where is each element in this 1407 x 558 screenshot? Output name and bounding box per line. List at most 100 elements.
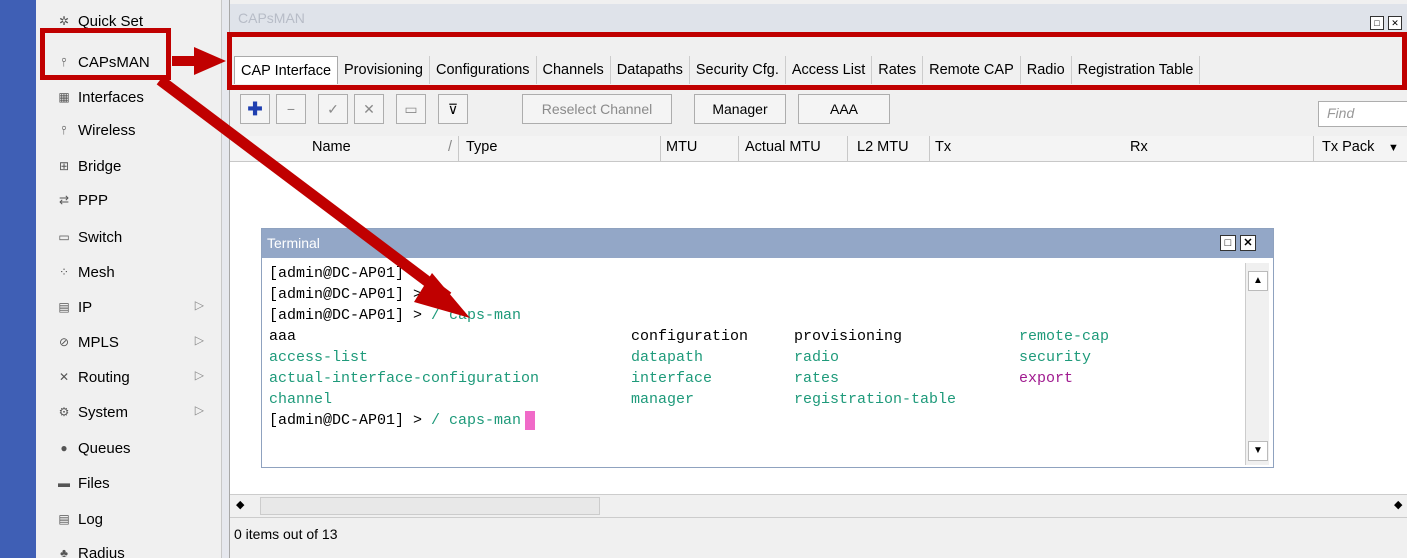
column-rx[interactable]: Rx [1130,139,1148,155]
sidebar-item-label: Interfaces [78,88,144,106]
terminal-title: Terminal [267,235,320,251]
completion-item: security [1019,349,1092,366]
sidebar-item-routing[interactable]: ✕ Routing ▷ [36,360,222,394]
completion-item: remote-cap [1019,328,1110,345]
main-menu-sidebar: ✲ Quick Set ⫯ CAPsMAN ▦ Interfaces ⫯ Wir… [36,0,222,558]
sidebar-item-system[interactable]: ⚙ System ▷ [36,395,222,429]
column-separator [847,136,848,162]
sidebar-item-label: Queues [78,439,131,457]
interfaces-icon: ▦ [58,90,70,104]
maximize-icon[interactable]: □ [1370,16,1384,30]
manager-button[interactable]: Manager [694,94,786,124]
sidebar-item-label: IP [78,298,93,316]
annotation-box-tabs [227,32,1407,90]
column-actual-mtu[interactable]: Actual MTU [745,139,821,155]
completion-item: registration-table [794,391,957,408]
sidebar-item-log[interactable]: ▤ Log [36,502,222,536]
sidebar-item-mpls[interactable]: ⊘ MPLS ▷ [36,325,222,359]
column-separator [738,136,739,162]
completion-item: manager [631,391,695,408]
submenu-arrow-icon: ▷ [194,403,204,417]
sidebar-item-switch[interactable]: ▭ Switch [36,220,222,254]
column-separator [929,136,930,162]
column-name[interactable]: Name [312,139,351,155]
aaa-button[interactable]: AAA [798,94,890,124]
close-icon[interactable]: ✕ [1240,235,1256,251]
column-type[interactable]: Type [466,139,497,155]
table-header: Name / Type MTU Actual MTU L2 MTU Tx Rx … [230,136,1407,162]
column-l2-mtu[interactable]: L2 MTU [857,139,909,155]
sidebar-item-bridge[interactable]: ⊞ Bridge [36,149,222,183]
filter-icon: ⊽ [447,100,459,117]
completion-item: configuration [631,328,749,345]
gear-icon: ⚙ [58,405,70,419]
completion-item: export [1019,370,1074,387]
close-icon[interactable]: ✕ [1388,16,1402,30]
completion-item: provisioning [794,328,903,345]
switch-icon: ▭ [58,230,70,244]
column-menu-icon[interactable]: ▼ [1388,142,1399,154]
terminal-cursor [525,410,536,430]
sidebar-item-label: MPLS [78,333,119,351]
column-tx[interactable]: Tx [935,139,951,155]
bridge-icon: ⊞ [58,159,70,173]
sidebar-item-ppp[interactable]: ⇄ PPP [36,183,222,217]
comment-button[interactable]: ▭ [396,94,426,124]
column-mtu[interactable]: MTU [666,139,697,155]
column-tx-packets[interactable]: Tx Pack [1322,139,1374,155]
scrollbar-thumb[interactable] [260,497,600,515]
scroll-left-icon[interactable]: ◆ [236,498,244,511]
minus-icon: − [286,101,296,117]
completion-item: rates [794,370,840,387]
scroll-up-icon[interactable]: ▲ [1248,271,1268,291]
terminal-title-bar[interactable]: Terminal □ ✕ [262,229,1273,258]
terminal-vertical-scrollbar[interactable]: ▲ ▼ [1245,263,1269,465]
enable-button[interactable]: ✓ [318,94,348,124]
find-input[interactable]: Find [1318,101,1407,127]
sidebar-item-label: System [78,403,129,421]
radius-icon: ♣ [60,546,68,558]
sidebar-item-label: Wireless [78,121,136,139]
add-button[interactable]: ✚ [240,94,270,124]
mpls-icon: ⊘ [58,335,70,349]
reselect-channel-button[interactable]: Reselect Channel [522,94,672,124]
comment-icon: ▭ [404,100,418,117]
check-icon: ✓ [327,100,339,117]
scroll-right-icon[interactable]: ◆ [1394,498,1402,511]
antenna-icon: ⫯ [61,122,67,137]
completion-item: datapath [631,349,704,366]
sidebar-item-label: Switch [78,228,123,246]
maximize-icon[interactable]: □ [1220,235,1236,251]
sidebar-item-queues[interactable]: ● Queues [36,431,222,465]
sidebar-item-interfaces[interactable]: ▦ Interfaces [36,80,222,114]
column-separator [458,136,459,162]
remove-button[interactable]: − [276,94,306,124]
submenu-arrow-icon: ▷ [194,368,204,382]
completion-row: channel manager registration-table [269,389,1244,410]
terminal-command: / caps-man [431,412,522,429]
scroll-down-icon[interactable]: ▼ [1248,441,1268,461]
terminal-input-line[interactable]: [admin@DC-AP01] > / caps-man [269,410,1244,431]
submenu-arrow-icon: ▷ [194,298,204,312]
ip-icon: ▤ [58,300,70,314]
sidebar-item-wireless[interactable]: ⫯ Wireless [36,113,222,147]
folder-icon: ▬ [58,476,70,490]
terminal-window[interactable]: Terminal □ ✕ [admin@DC-AP01] > [admin@DC… [261,228,1274,468]
window-title-bar[interactable]: CAPsMAN □ ✕ [230,4,1407,34]
horizontal-scrollbar[interactable]: ◆ ◆ [230,494,1407,518]
sidebar-item-radius[interactable]: ♣ Radius [36,536,222,558]
wand-icon: ✲ [58,14,70,28]
sidebar-item-files[interactable]: ▬ Files [36,466,222,500]
submenu-arrow-icon: ▷ [194,333,204,347]
annotation-box-capsman [40,28,171,80]
column-separator [1313,136,1314,162]
completion-item: interface [631,370,713,387]
completion-row: aaa configuration provisioning remote-ca… [269,326,1244,347]
sidebar-item-label: Routing [78,368,130,386]
sidebar-item-ip[interactable]: ▤ IP ▷ [36,290,222,324]
terminal-output[interactable]: [admin@DC-AP01] > [admin@DC-AP01] > [adm… [269,263,1244,463]
sidebar-item-mesh[interactable]: ⁘ Mesh [36,255,222,289]
filter-button[interactable]: ⊽ [438,94,468,124]
completion-item: access-list [269,349,369,366]
disable-button[interactable]: ✕ [354,94,384,124]
